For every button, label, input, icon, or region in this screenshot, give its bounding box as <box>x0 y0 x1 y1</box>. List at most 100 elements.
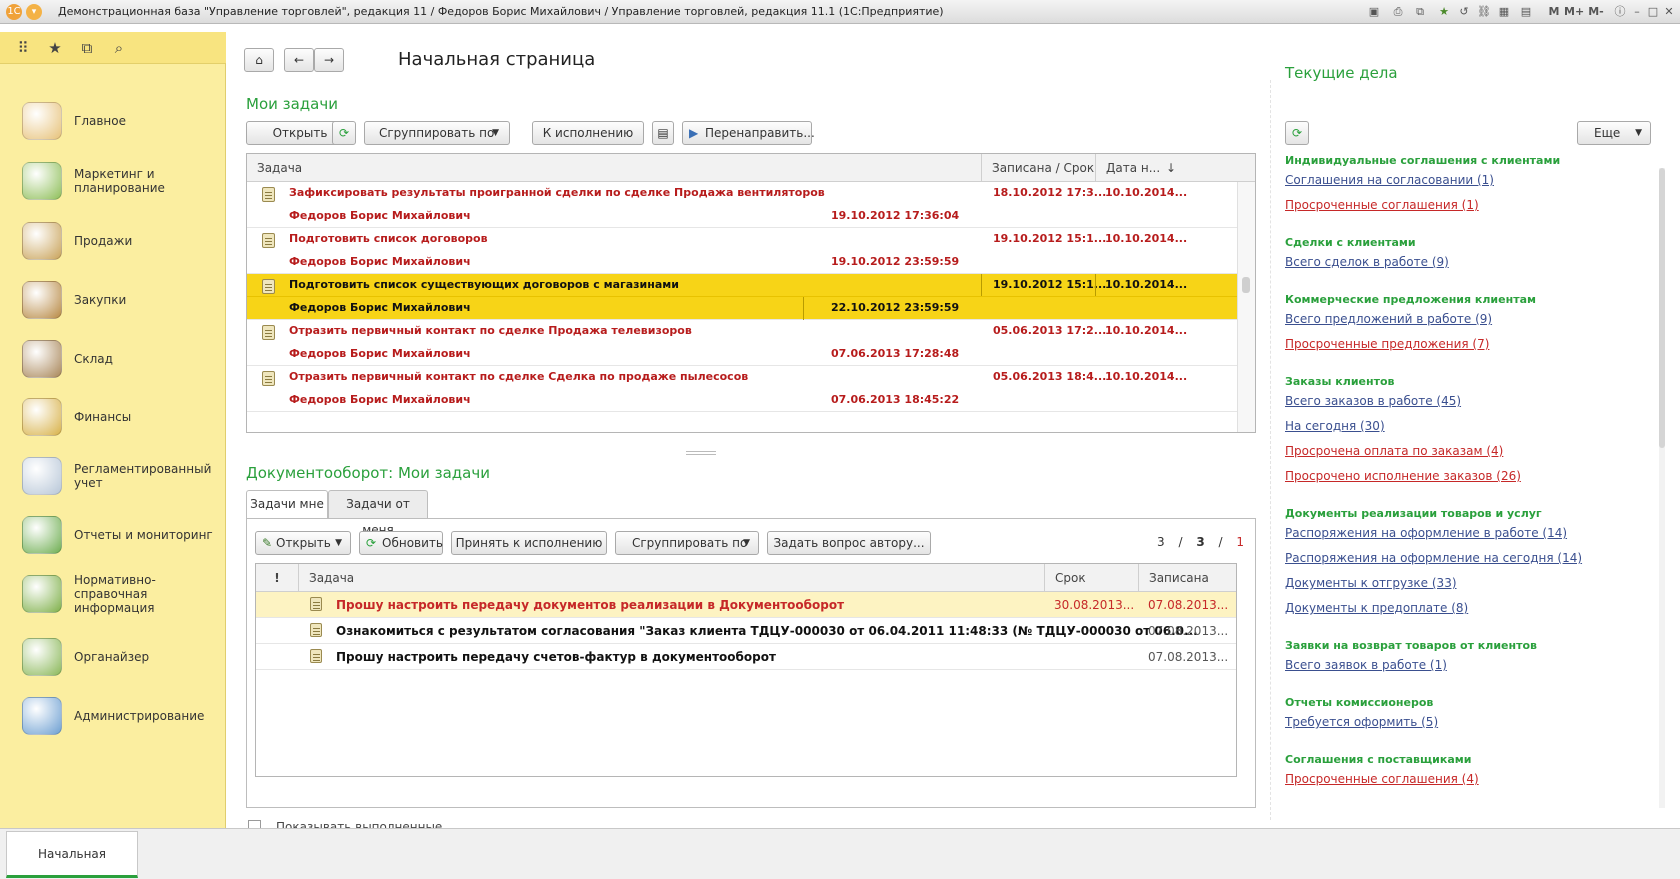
task-date: 10.10.2014... <box>1105 370 1188 383</box>
sidebar-item[interactable]: Администрирование <box>0 689 226 743</box>
accept-button[interactable]: К исполнению <box>532 121 644 145</box>
sidebar-item-label: Маркетинг и планирование <box>74 167 165 195</box>
splitter-handle[interactable] <box>686 451 716 455</box>
docflow-accept-button[interactable]: Принять к исполнению <box>451 531 607 555</box>
scrollbar[interactable] <box>1237 182 1255 432</box>
copy-icon[interactable]: ⧉ <box>1412 3 1428 21</box>
affair-link[interactable]: Просроченные соглашения (1) <box>1285 198 1479 212</box>
my-tasks-grid[interactable]: Задача Записана / Срок Дата н... ↓ Зафикс… <box>246 153 1256 433</box>
tab-tasks-to-me[interactable]: Задачи мне <box>246 490 328 518</box>
column-date[interactable]: Дата н... ↓ <box>1095 154 1237 182</box>
print-icon[interactable]: ⎙ <box>1390 3 1406 21</box>
chevron-down-icon[interactable]: ▾ <box>26 4 42 20</box>
memory-add-button[interactable]: M+ <box>1564 3 1584 21</box>
docflow-group-button[interactable]: Сгруппировать по ▼ <box>615 531 759 555</box>
affair-link[interactable]: Просрочено исполнение заказов (26) <box>1285 469 1521 483</box>
app-logo-icon[interactable]: 1C <box>6 4 22 20</box>
sidebar-item[interactable]: Продажи <box>0 214 226 268</box>
affair-link[interactable]: Всего сделок в работе (9) <box>1285 255 1449 269</box>
sidebar-item[interactable]: Органайзер <box>0 630 226 684</box>
calendar-icon[interactable]: ▤ <box>1518 3 1534 21</box>
refresh-icon[interactable]: ⟳ <box>1285 121 1309 145</box>
all-functions-icon[interactable]: ⠿ <box>12 38 34 58</box>
tab-tasks-from-me[interactable]: Задачи от меня <box>328 490 428 537</box>
scrollbar-thumb[interactable] <box>1659 168 1665 448</box>
affair-link[interactable]: Документы к отгрузке (33) <box>1285 576 1457 590</box>
docflow-open-button[interactable]: ✎ Открыть ▼ <box>255 531 351 555</box>
table-row[interactable]: Отразить первичный контакт по сделке Про… <box>247 320 1237 366</box>
clipboard-icon[interactable]: ▤ <box>652 121 674 145</box>
affair-link[interactable]: Распоряжения на оформление на сегодня (1… <box>1285 551 1582 565</box>
column-task[interactable]: Задача <box>298 564 1044 592</box>
docflow-grid[interactable]: ! Задача Срок Записана Прошу настроить п… <box>255 563 1237 777</box>
sidebar-item[interactable]: Нормативно-справочная информация <box>0 567 226 621</box>
memory-subtract-button[interactable]: M- <box>1586 3 1606 21</box>
ask-author-button[interactable]: Задать вопрос автору... <box>767 531 931 555</box>
sidebar-item[interactable]: Склад <box>0 332 226 386</box>
affair-link[interactable]: Просрочена оплата по заказам (4) <box>1285 444 1503 458</box>
table-row[interactable]: Прошу настроить передачу счетов-фактур в… <box>256 644 1236 670</box>
sidebar-item[interactable]: Отчеты и мониторинг <box>0 508 226 562</box>
affair-link[interactable]: Всего заказов в работе (45) <box>1285 394 1461 408</box>
memory-button[interactable]: M <box>1546 3 1562 21</box>
group-by-button[interactable]: Сгруппировать по ▼ <box>364 121 510 145</box>
task-recorded: 05.06.2013 17:2... <box>993 324 1107 337</box>
column-task[interactable]: Задача <box>247 154 981 182</box>
column-recorded[interactable]: Записана / Срок <box>981 154 1095 182</box>
affair-link[interactable]: На сегодня (30) <box>1285 419 1385 433</box>
scrollbar[interactable] <box>1659 168 1665 808</box>
history-icon[interactable]: ⧉ <box>76 38 98 58</box>
redirect-button[interactable]: ▶ Перенаправить... <box>682 121 815 145</box>
back-button[interactable]: ← <box>284 48 314 72</box>
sidebar-item[interactable]: Закупки <box>0 273 226 327</box>
ledger-icon <box>22 457 62 495</box>
task-author: Федоров Борис Михайлович <box>289 209 471 222</box>
table-row[interactable]: Прошу настроить передачу документов реал… <box>256 592 1236 618</box>
save-icon[interactable]: ▣ <box>1366 3 1382 21</box>
minimize-icon[interactable]: – <box>1630 3 1644 21</box>
refresh-icon[interactable]: ⟳ <box>332 121 356 145</box>
table-row[interactable]: Отразить первичный контакт по сделке Сде… <box>247 366 1237 412</box>
task-name: Подготовить список договоров <box>289 232 488 245</box>
task-icon <box>262 325 275 340</box>
info-icon[interactable]: ⓘ <box>1612 3 1628 21</box>
affair-link[interactable]: Просроченные предложения (7) <box>1285 337 1489 351</box>
affair-link[interactable]: Просроченные соглашения (4) <box>1285 772 1479 786</box>
close-icon[interactable]: ✕ <box>1662 3 1676 21</box>
table-row[interactable]: Зафиксировать результаты проигранной сде… <box>247 182 1237 228</box>
docflow-refresh-button[interactable]: ⟳ Обновить <box>359 531 443 555</box>
docflow-panel: ✎ Открыть ▼ ⟳ Обновить Принять к исполнению… <box>246 518 1256 808</box>
search-icon[interactable]: ⌕ <box>108 38 130 58</box>
page-title: Начальная страница <box>398 49 596 70</box>
favorites-icon[interactable]: ★ <box>44 38 66 58</box>
home-button[interactable]: ⌂ <box>244 48 274 72</box>
scrollbar-thumb[interactable] <box>1242 277 1250 293</box>
affair-link[interactable]: Всего предложений в работе (9) <box>1285 312 1492 326</box>
affair-link[interactable]: Документы к предоплате (8) <box>1285 601 1468 615</box>
forward-button[interactable]: → <box>314 48 344 72</box>
maximize-icon[interactable]: □ <box>1646 3 1660 21</box>
sidebar-item[interactable]: Регламентированный учет <box>0 449 226 503</box>
column-due[interactable]: Срок <box>1044 564 1138 592</box>
tab-home-page[interactable]: Начальная страница <box>6 831 138 878</box>
table-row[interactable]: Ознакомиться с результатом согласования … <box>256 618 1236 644</box>
sidebar-item[interactable]: Финансы <box>0 390 226 444</box>
table-row[interactable]: Подготовить список существующих договоро… <box>247 274 1237 320</box>
column-importance[interactable]: ! <box>256 564 298 592</box>
page-sep: / <box>1178 535 1183 549</box>
group-heading: Сделки с клиентами <box>1285 236 1416 249</box>
computer-icon <box>22 697 62 735</box>
affair-link[interactable]: Распоряжения на оформление в работе (14) <box>1285 526 1567 540</box>
history-icon[interactable]: ↺ <box>1456 3 1472 21</box>
affair-link[interactable]: Всего заявок в работе (1) <box>1285 658 1447 672</box>
affair-link[interactable]: Требуется оформить (5) <box>1285 715 1438 729</box>
sidebar-item[interactable]: Маркетинг и планирование <box>0 154 226 208</box>
favorites-icon[interactable]: ★ <box>1436 3 1452 21</box>
affair-link[interactable]: Соглашения на согласовании (1) <box>1285 173 1494 187</box>
calculator-icon[interactable]: ▦ <box>1496 3 1512 21</box>
more-button[interactable]: Еще ▼ <box>1577 121 1651 145</box>
column-recorded[interactable]: Записана <box>1138 564 1236 592</box>
table-row[interactable]: Подготовить список договоров Федоров Бори… <box>247 228 1237 274</box>
sidebar-item[interactable]: Главное <box>0 94 226 148</box>
link-icon[interactable]: ⛓ <box>1476 3 1492 21</box>
